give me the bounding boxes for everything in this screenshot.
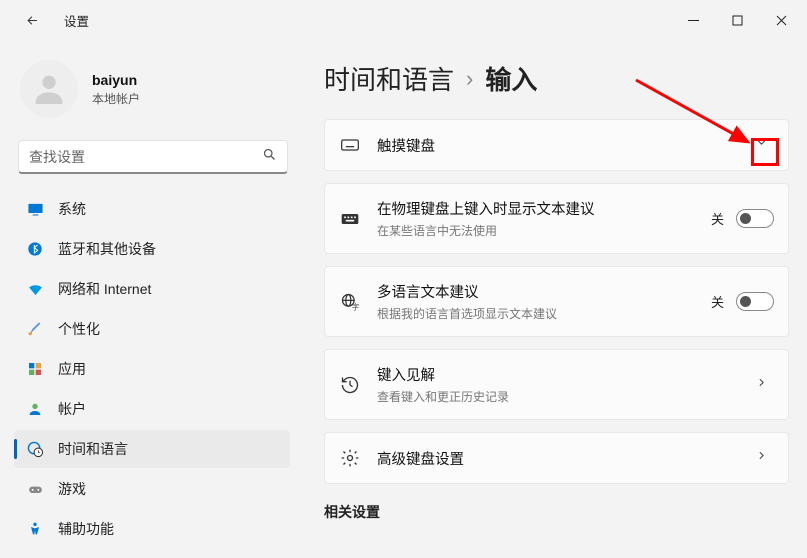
globe-clock-icon [26, 440, 44, 458]
card-text-suggestions[interactable]: 在物理键盘上键入时显示文本建议 在某些语言中无法使用 关 [324, 183, 789, 254]
card-title: 在物理键盘上键入时显示文本建议 [377, 198, 695, 219]
breadcrumb-current: 输入 [485, 60, 537, 97]
sidebar-item-label: 应用 [58, 359, 86, 379]
search-box[interactable] [18, 140, 288, 174]
section-related-settings: 相关设置 [324, 502, 789, 522]
gamepad-icon [26, 480, 44, 498]
back-button[interactable] [18, 6, 46, 34]
history-icon [339, 374, 361, 396]
window-title: 设置 [64, 11, 89, 30]
sidebar-item-label: 系统 [58, 199, 86, 219]
sidebar-item-label: 帐户 [58, 399, 86, 419]
breadcrumb-parent[interactable]: 时间和语言 [324, 60, 454, 97]
chevron-right-icon: › [466, 66, 473, 92]
sidebar-item-personalization[interactable]: 个性化 [14, 310, 290, 348]
maximize-button[interactable] [715, 5, 759, 35]
sidebar-item-accounts[interactable]: 帐户 [14, 390, 290, 428]
chevron-right-icon [749, 376, 774, 394]
card-advanced-keyboard[interactable]: 高级键盘设置 [324, 432, 789, 484]
keyboard-icon [339, 134, 361, 156]
close-button[interactable] [759, 5, 803, 35]
accessibility-icon [26, 520, 44, 538]
system-icon [26, 200, 44, 218]
sidebar-item-gaming[interactable]: 游戏 [14, 470, 290, 508]
card-touch-keyboard[interactable]: 触摸键盘 [324, 119, 789, 171]
globe-text-icon: 字 [339, 291, 361, 313]
sidebar-item-label: 个性化 [58, 319, 100, 339]
sidebar-item-label: 时间和语言 [58, 439, 128, 459]
sidebar-item-system[interactable]: 系统 [14, 190, 290, 228]
search-input[interactable] [29, 149, 262, 165]
sidebar-item-label: 游戏 [58, 479, 86, 499]
search-icon [262, 147, 277, 167]
toggle-state-label: 关 [711, 209, 724, 228]
toggle-state-label: 关 [711, 292, 724, 311]
profile-name: baiyun [92, 72, 140, 88]
toggle-text-suggestions[interactable] [736, 209, 774, 228]
sidebar-item-network[interactable]: 网络和 Internet [14, 270, 290, 308]
minimize-button[interactable] [671, 5, 715, 35]
gear-icon [339, 447, 361, 469]
breadcrumb: 时间和语言 › 输入 [324, 60, 789, 97]
svg-text:字: 字 [352, 301, 360, 311]
card-subtitle: 根据我的语言首选项显示文本建议 [377, 305, 695, 322]
brush-icon [26, 320, 44, 338]
toggle-multilingual[interactable] [736, 292, 774, 311]
chevron-right-icon [749, 449, 774, 467]
sidebar-item-label: 蓝牙和其他设备 [58, 239, 156, 259]
card-title: 多语言文本建议 [377, 281, 695, 302]
sidebar-item-time-language[interactable]: 时间和语言 [14, 430, 290, 468]
card-title: 高级键盘设置 [377, 448, 733, 469]
apps-icon [26, 360, 44, 378]
card-subtitle: 在某些语言中无法使用 [377, 222, 695, 239]
person-icon [26, 400, 44, 418]
card-multilingual-suggestions[interactable]: 字 多语言文本建议 根据我的语言首选项显示文本建议 关 [324, 266, 789, 337]
sidebar-item-label: 辅助功能 [58, 519, 114, 539]
card-title: 触摸键盘 [377, 135, 733, 156]
profile-sub: 本地帐户 [92, 90, 140, 107]
bluetooth-icon [26, 240, 44, 258]
card-typing-insights[interactable]: 键入见解 查看键入和更正历史记录 [324, 349, 789, 420]
chevron-down-icon [749, 136, 774, 154]
avatar [20, 60, 78, 118]
sidebar-item-apps[interactable]: 应用 [14, 350, 290, 388]
card-subtitle: 查看键入和更正历史记录 [377, 388, 733, 405]
sidebar-item-accessibility[interactable]: 辅助功能 [14, 510, 290, 548]
profile-block[interactable]: baiyun 本地帐户 [12, 54, 300, 136]
sidebar-item-bluetooth[interactable]: 蓝牙和其他设备 [14, 230, 290, 268]
card-title: 键入见解 [377, 364, 733, 385]
sidebar-item-label: 网络和 Internet [58, 279, 151, 299]
wifi-icon [26, 280, 44, 298]
keyboard-filled-icon [339, 208, 361, 230]
